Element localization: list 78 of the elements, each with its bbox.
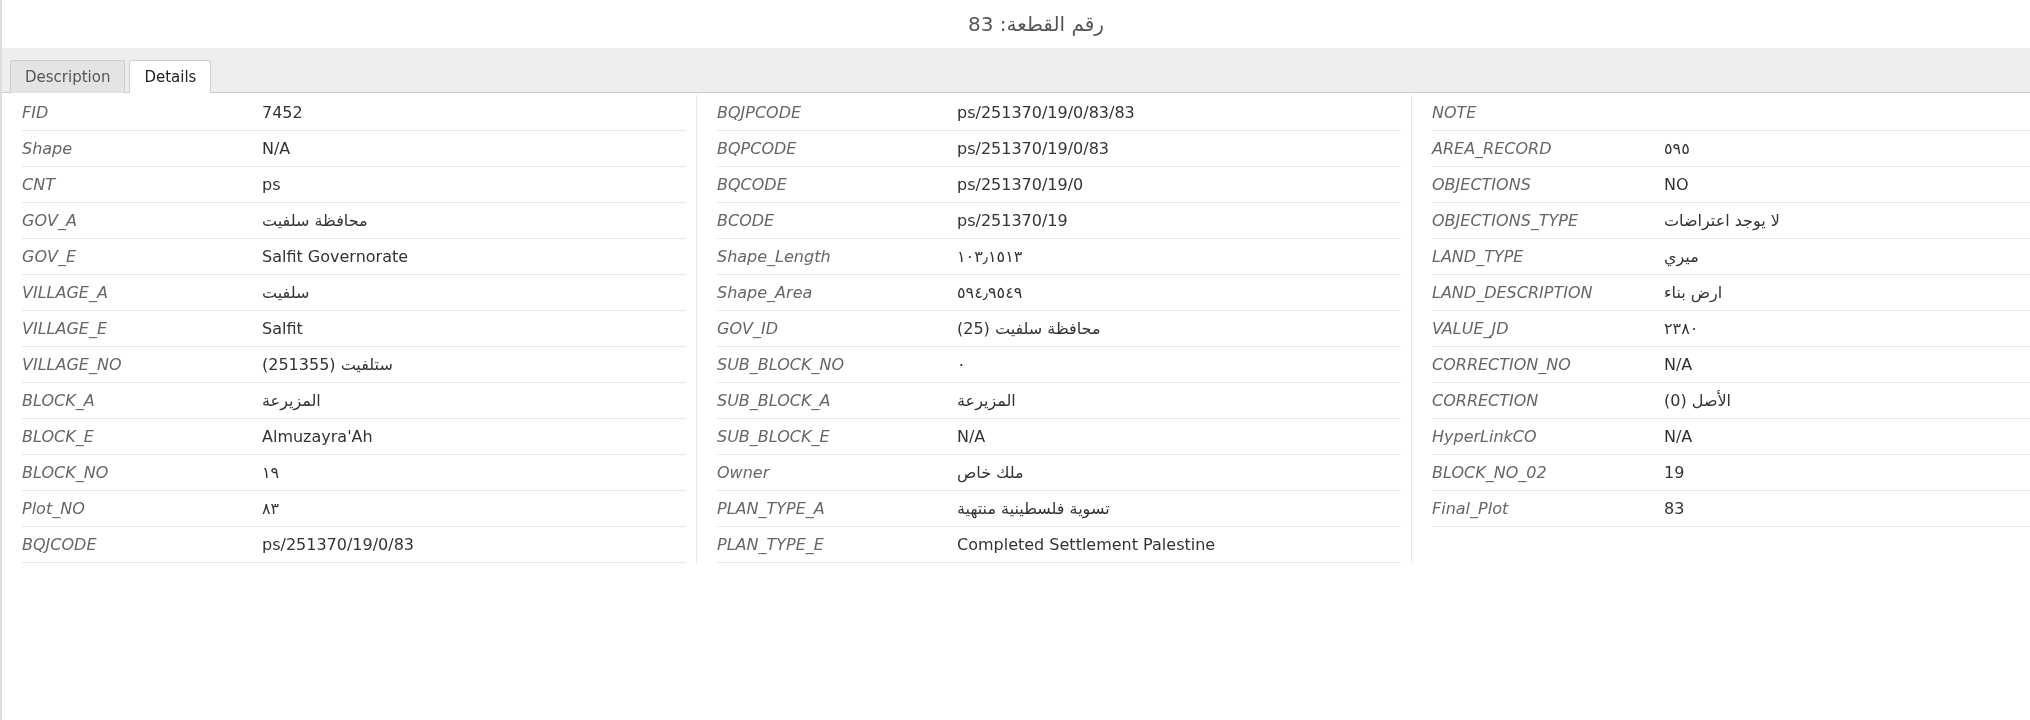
field-value: ٨٣ bbox=[262, 499, 280, 518]
field-name: Final_Plot bbox=[1432, 499, 1510, 518]
field-value: ٥٩٥ bbox=[1664, 139, 1690, 158]
field-name: BLOCK_A bbox=[22, 391, 96, 410]
field-name: BQJPCODE bbox=[717, 103, 803, 122]
field-value: ٢٣٨٠ bbox=[1664, 319, 1699, 338]
field-name: FID bbox=[22, 103, 50, 122]
field-name: GOV_E bbox=[22, 247, 78, 266]
field-name: BLOCK_E bbox=[22, 427, 95, 446]
field-value: ملك خاص bbox=[957, 463, 1024, 482]
field-value: ٠ bbox=[957, 355, 966, 374]
field-name: VILLAGE_A bbox=[22, 283, 109, 302]
field-value: N/A bbox=[1664, 427, 1693, 446]
field-value: ps bbox=[262, 175, 281, 194]
field-name: GOV_A bbox=[22, 211, 78, 230]
field-value: ١٩ bbox=[262, 463, 280, 482]
field-name: NOTE bbox=[1432, 103, 1478, 122]
field-name: PLAN_TYPE_A bbox=[717, 499, 826, 518]
field-name: Shape_Area bbox=[717, 283, 814, 302]
field-value: Almuzayra'Ah bbox=[262, 427, 373, 446]
tab[interactable]: Description bbox=[10, 60, 126, 93]
field-value: المزيرعة bbox=[957, 391, 1016, 410]
field-value: N/A bbox=[1664, 355, 1693, 374]
field-value: لا يوجد اعتراضات bbox=[1664, 211, 1780, 230]
field-value: ميري bbox=[1664, 247, 1699, 266]
field-value: Salfit bbox=[262, 319, 303, 338]
field-value: محافظة سلفيت (25) bbox=[957, 319, 1101, 338]
field-value: ستلفيت (251355) bbox=[262, 355, 393, 374]
field-name: VILLAGE_NO bbox=[22, 355, 123, 374]
field-value: ps/251370/19/0/83/83 bbox=[957, 103, 1135, 122]
field-value: Salfit Governorate bbox=[262, 247, 409, 266]
field-value: المزيرعة bbox=[262, 391, 321, 410]
field-value: 7452 bbox=[262, 103, 303, 122]
field-name: SUB_BLOCK_E bbox=[717, 427, 831, 446]
field-value: الأصل (0) bbox=[1664, 391, 1732, 410]
field-value: سلفيت bbox=[262, 283, 310, 302]
field-name: BQCODE bbox=[717, 175, 788, 194]
field-name: VALUE_JD bbox=[1432, 319, 1510, 338]
field-name: BLOCK_NO bbox=[22, 463, 110, 482]
field-value: ps/251370/19 bbox=[957, 211, 1068, 230]
field-value: NO bbox=[1664, 175, 1689, 194]
field-value: Completed Settlement Palestine bbox=[957, 535, 1216, 554]
field-name: Owner bbox=[717, 463, 771, 482]
field-name: LAND_TYPE bbox=[1432, 247, 1525, 266]
field-value: ٥٩٤٫٩٥٤٩ bbox=[957, 283, 1023, 302]
field-value: ps/251370/19/0/83 bbox=[957, 139, 1110, 158]
field-name: SUB_BLOCK_NO bbox=[717, 355, 846, 374]
field-value: N/A bbox=[957, 427, 986, 446]
field-value: تسوية فلسطينية منتهية bbox=[957, 499, 1110, 518]
field-name: HyperLinkCO bbox=[1432, 427, 1538, 446]
field-value: ١٠٣٫١٥١٣ bbox=[957, 247, 1023, 266]
field-name: PLAN_TYPE_E bbox=[717, 535, 825, 554]
field-value: ps/251370/19/0 bbox=[957, 175, 1084, 194]
field-name: Shape bbox=[22, 139, 74, 158]
field-value: 19 bbox=[1664, 463, 1685, 482]
field-name: BLOCK_NO_02 bbox=[1432, 463, 1548, 482]
field-name: VILLAGE_E bbox=[22, 319, 109, 338]
field-name: BQPCODE bbox=[717, 139, 798, 158]
field-value: 83 bbox=[1664, 499, 1685, 518]
field-name: OBJECTIONS bbox=[1432, 175, 1532, 194]
field-name: GOV_ID bbox=[717, 319, 779, 338]
field-name: CORRECTION bbox=[1432, 391, 1540, 410]
field-name: AREA_RECORD bbox=[1432, 139, 1553, 158]
field-name: LAND_DESCRIPTION bbox=[1432, 283, 1594, 302]
field-name: BQJCODE bbox=[22, 535, 98, 554]
window-title: رقم القطعة: 83 bbox=[968, 12, 1104, 36]
field-name: SUB_BLOCK_A bbox=[717, 391, 832, 410]
field-value: N/A bbox=[262, 139, 291, 158]
field-name: CORRECTION_NO bbox=[1432, 355, 1572, 374]
field-value: ps/251370/19/0/83 bbox=[262, 535, 415, 554]
field-value: محافظة سلفيت bbox=[262, 211, 368, 230]
field-name: OBJECTIONS_TYPE bbox=[1432, 211, 1580, 230]
field-name: CNT bbox=[22, 175, 57, 194]
field-name: BCODE bbox=[717, 211, 776, 230]
field-value: ارض بناء bbox=[1664, 283, 1723, 302]
field-name: Shape_Length bbox=[717, 247, 832, 266]
tab[interactable]: Details bbox=[129, 60, 212, 93]
field-name: Plot_NO bbox=[22, 499, 86, 518]
